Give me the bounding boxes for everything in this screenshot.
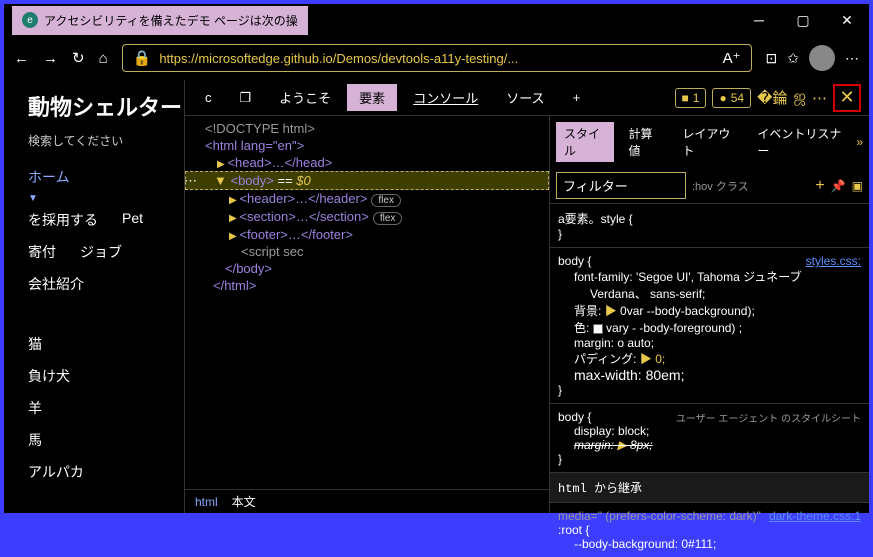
settings-icon[interactable]: �錀 [757,87,787,108]
page-sidebar: 動物シェルター 検索してください ホーム ▼ を採用する Pet 寄付 ジョブ … [4,80,184,513]
home-button[interactable]: ⌂ [99,50,108,67]
browser-toolbar: ← → ↻ ⌂ 🔒 https://microsoftedge.github.i… [4,36,869,80]
feedback-icon[interactable]: ஜ [793,88,806,107]
root-rule[interactable]: dark-theme.css:1 media=" (prefers-color-… [550,502,869,557]
device-icon[interactable]: ❐ [228,86,264,110]
issues-badge[interactable]: ■ 1 [675,88,707,108]
reader-icon[interactable]: A⁺ [723,49,741,67]
favorite-icon[interactable]: ✩ [787,50,799,67]
body-rule[interactable]: styles.css: body { font-family: 'Segoe U… [550,247,869,403]
lock-icon: 🔒 [133,49,152,67]
search-label: 検索してください [28,132,184,149]
styles-tab-listeners[interactable]: イベントリスナー [749,122,850,162]
dom-script[interactable]: <script sec [185,243,549,260]
tab-console[interactable]: コンソール [401,84,490,111]
tab-elements[interactable]: 要素 [347,84,397,111]
profile-avatar[interactable] [809,45,835,71]
tab-sources[interactable]: ソース [494,84,556,111]
styles-tab-computed[interactable]: 計算値 [620,122,668,162]
dom-html[interactable]: <html lang="en"> [185,137,549,154]
url-text: https://microsoftedge.github.io/Demos/de… [159,51,714,66]
tab-title: アクセシビリティを備えたデモ ページは次の操 [44,12,298,29]
crumb-body[interactable]: 本文 [232,493,256,510]
page-title: 動物シェルター [28,90,184,122]
dom-footer[interactable]: <footer>…</footer> [185,226,549,243]
animal-sheep[interactable]: 羊 [28,392,184,424]
element-style-rule[interactable]: a要素。style { } [550,203,869,247]
stylesheet-link[interactable]: styles.css: [806,254,861,268]
dom-body-close[interactable]: </body> [185,260,549,277]
menu-button[interactable]: ⋯ [845,50,859,67]
active-indicator: ▼ [28,193,184,204]
pin-icon[interactable]: 📌 [831,179,846,193]
dom-tree[interactable]: <!DOCTYPE html> <html lang="en"> <head>…… [185,116,549,489]
dom-head[interactable]: <head>…</head> [185,154,549,171]
crumb-html[interactable]: html [195,495,218,509]
styles-tab-styles[interactable]: スタイル [556,122,614,162]
tab-welcome[interactable]: ようこそ [267,84,343,111]
styles-more-icon[interactable]: ▣ [852,179,863,193]
new-rule-button[interactable]: + [815,177,824,195]
dom-doctype[interactable]: <!DOCTYPE html> [185,120,549,137]
minimize-button[interactable]: ─ [737,4,781,36]
devtools-close-button[interactable]: ✕ [833,84,861,112]
titlebar: e アクセシビリティを備えたデモ ページは次の操 ─ ▢ ✕ [4,4,869,36]
inherited-header: html から継承 [550,472,869,502]
address-bar[interactable]: 🔒 https://microsoftedge.github.io/Demos/… [122,44,752,72]
nav-home[interactable]: ホーム [28,161,184,193]
ua-body-rule[interactable]: ユーザー エージェント のスタイルシート body { display: blo… [550,403,869,472]
devtools-panel: c ❐ ようこそ 要素 コンソール ソース + ■ 1 ● 54 �錀 ஜ ⋯ … [184,80,869,513]
nav-about[interactable]: 会社紹介 [28,268,184,300]
hov-toggle[interactable]: :hov クラス [692,178,749,194]
messages-badge[interactable]: ● 54 [712,88,751,108]
dom-body-selected[interactable]: ⋯▼ <body> == $0 [185,171,549,190]
back-button[interactable]: ← [14,50,29,67]
browser-tab[interactable]: e アクセシビリティを備えたデモ ページは次の操 [12,6,308,35]
styles-panel: スタイル 計算値 レイアウト イベントリスナー » フィルター :hov クラス… [549,116,869,513]
nav-adopt[interactable]: を採用する [28,204,98,236]
nav-donate[interactable]: 寄付 [28,236,56,268]
dom-header[interactable]: <header>…</header>flex [185,190,549,208]
styles-tab-more[interactable]: » [856,135,863,149]
more-icon[interactable]: ⋯ [812,89,827,107]
edge-icon: e [22,12,38,28]
ua-label: ユーザー エージェント のスタイルシート [676,410,861,425]
maximize-button[interactable]: ▢ [781,4,825,36]
animal-horse[interactable]: 馬 [28,424,184,456]
dom-html-close[interactable]: </html> [185,277,549,294]
sync-icon[interactable]: ⊡ [766,50,778,67]
styles-filter-input[interactable]: フィルター [556,172,686,199]
dom-breadcrumb[interactable]: html 本文 [185,489,549,513]
animal-cat[interactable]: 猫 [28,328,184,360]
animal-loser[interactable]: 負け犬 [28,360,184,392]
tab-add[interactable]: + [561,86,593,109]
close-window-button[interactable]: ✕ [825,4,869,36]
inspect-icon[interactable]: c [193,86,224,109]
forward-button[interactable]: → [43,50,58,67]
refresh-button[interactable]: ↻ [72,49,85,67]
dom-section[interactable]: <section>…</section>flex [185,208,549,226]
animal-alpaca[interactable]: アルパカ [28,456,184,488]
dark-theme-link[interactable]: dark-theme.css:1 [769,509,861,523]
styles-tab-layout[interactable]: レイアウト [674,122,743,162]
nav-pet[interactable]: Pet [122,204,143,236]
nav-jobs[interactable]: ジョブ [80,236,122,268]
